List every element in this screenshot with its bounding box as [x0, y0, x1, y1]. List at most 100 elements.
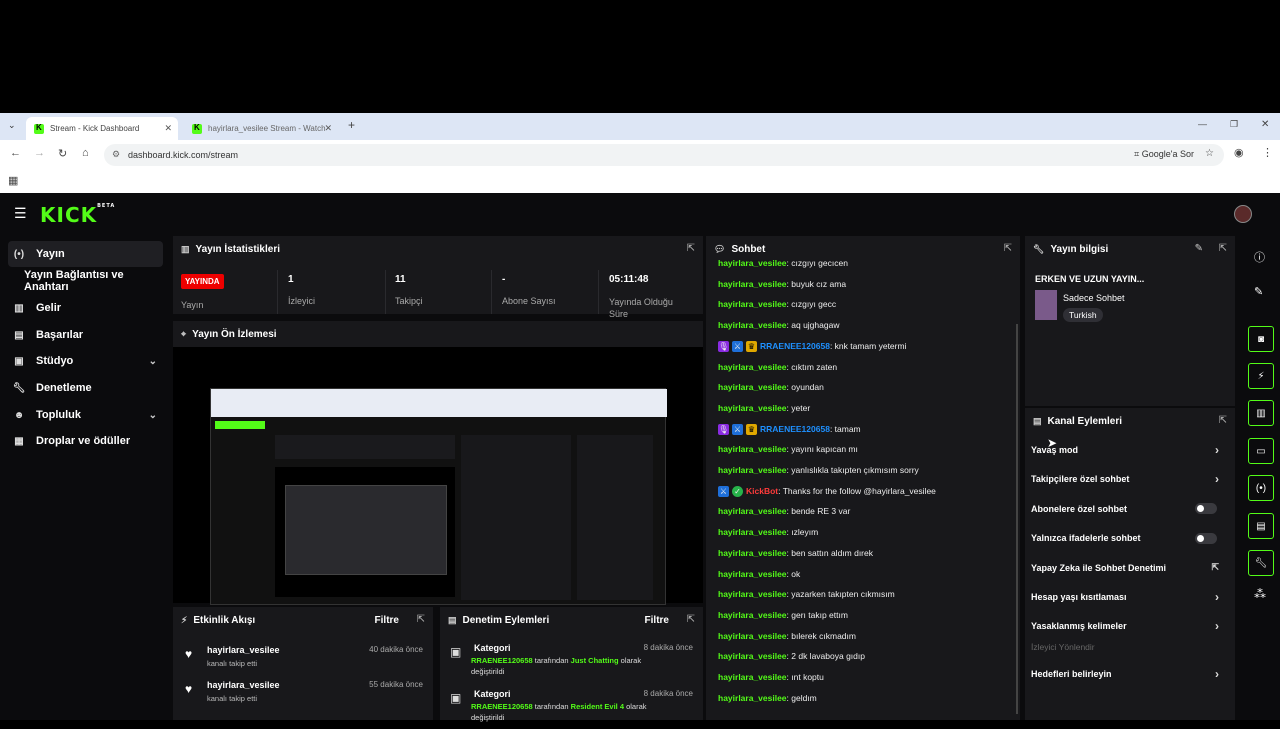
- chat-username[interactable]: hayirlara_vesilee: [718, 589, 787, 599]
- back-icon[interactable]: ←: [10, 147, 21, 159]
- tab-stream-dashboard[interactable]: Stream - Kick Dashboard ✕: [26, 117, 178, 140]
- toggle-switch[interactable]: [1195, 532, 1217, 544]
- chat-username[interactable]: hayirlara_vesilee: [718, 610, 787, 620]
- chat-username[interactable]: hayirlara_vesilee: [718, 569, 787, 579]
- sidebar-item-basarilar[interactable]: ▤ Başarılar: [8, 322, 163, 348]
- chevron-right-icon: ›: [1215, 619, 1219, 634]
- new-tab-icon[interactable]: +: [348, 118, 355, 132]
- chat-username[interactable]: hayirlara_vesilee: [718, 258, 787, 268]
- moderation-user[interactable]: RRAENEE120658: [471, 702, 533, 711]
- action-row[interactable]: Yavaş mod ›: [1031, 438, 1223, 462]
- info-icon[interactable]: ⓘ: [1254, 249, 1265, 265]
- chat-username[interactable]: hayirlara_vesilee: [718, 465, 787, 475]
- chat-username[interactable]: hayirlara_vesilee: [718, 382, 787, 392]
- action-row[interactable]: Hesap yaşı kısıtlaması ›: [1031, 585, 1223, 609]
- popout-icon[interactable]: ⇱: [687, 614, 695, 625]
- sidebar-item-studyo[interactable]: ▣ Stüdyo ⌄: [8, 348, 163, 374]
- chat-username[interactable]: hayirlara_vesilee: [718, 631, 787, 641]
- action-label: Yalnızca ifadelerle sohbet: [1031, 533, 1141, 544]
- google-ask-button[interactable]: ⌗ Google'a Sor: [1134, 149, 1194, 160]
- action-row[interactable]: Abonelere özel sohbet: [1031, 497, 1223, 521]
- filter-button[interactable]: Filtre: [645, 615, 669, 626]
- popout-icon[interactable]: ⇱: [1219, 415, 1227, 426]
- sidebar-item-denetleme[interactable]: 🔧︎ Denetleme: [8, 375, 163, 401]
- toggle-switch[interactable]: [1195, 503, 1217, 515]
- panel-title: Sohbet: [731, 243, 766, 255]
- window-close-icon[interactable]: ✕: [1261, 119, 1269, 130]
- sidebar-item-yayin[interactable]: (•) Yayın: [8, 241, 163, 267]
- url-field[interactable]: ⚙ dashboard.kick.com/stream ⌗ Google'a S…: [104, 144, 1224, 166]
- close-tab-icon[interactable]: ✕: [164, 123, 172, 134]
- chat-username[interactable]: hayirlara_vesilee: [718, 548, 787, 558]
- rail-button-layout[interactable]: ▤: [1248, 513, 1274, 539]
- chat-username[interactable]: hayirlara_vesilee: [718, 672, 787, 682]
- action-row[interactable]: Yapay Zeka ile Sohbet Denetimi ⇱: [1031, 556, 1223, 580]
- rail-button-clipboard[interactable]: ▥: [1248, 400, 1274, 426]
- chat-message: hayirlara_vesilee: yeter: [718, 403, 810, 413]
- popout-icon[interactable]: ⇱: [687, 243, 695, 254]
- url-text: dashboard.kick.com/stream: [128, 150, 239, 160]
- action-row[interactable]: Takipçilere özel sohbet ›: [1031, 467, 1223, 491]
- logo-beta: BETA: [97, 203, 116, 209]
- site-info-icon[interactable]: ⚙: [112, 149, 120, 160]
- stream-category[interactable]: Sadece Sohbet: [1063, 293, 1125, 303]
- tab-list-icon[interactable]: ⌄: [8, 120, 16, 131]
- tab-watch-stream[interactable]: hayirlara_vesilee Stream - Watch ✕: [184, 117, 338, 140]
- sidebar-item-gelir[interactable]: ▥ Gelir: [8, 295, 163, 321]
- chat-username[interactable]: hayirlara_vesilee: [718, 320, 787, 330]
- reload-icon[interactable]: ↻: [58, 147, 67, 160]
- chat-username[interactable]: hayirlara_vesilee: [718, 299, 787, 309]
- popout-icon[interactable]: ⇱: [1004, 243, 1012, 254]
- filter-button[interactable]: Filtre: [375, 615, 399, 626]
- chat-username[interactable]: hayirlara_vesilee: [718, 693, 787, 703]
- profile-icon[interactable]: ◉: [1234, 146, 1244, 159]
- preview-video[interactable]: [173, 347, 703, 605]
- pencil-icon[interactable]: ✎: [1254, 285, 1263, 298]
- chat-username[interactable]: hayirlara_vesilee: [718, 279, 787, 289]
- edit-icon[interactable]: ✎: [1195, 243, 1203, 254]
- chat-username[interactable]: KickBot: [746, 486, 778, 496]
- moderation-category[interactable]: Resident Evil 4: [571, 702, 624, 711]
- action-label: Yasaklanmış kelimeler: [1031, 621, 1127, 632]
- browser-menu-icon[interactable]: ⋮: [1262, 146, 1273, 159]
- chat-scrollbar[interactable]: [1016, 324, 1018, 714]
- sidebar-item-droplar[interactable]: ▦ Droplar ve ödüller: [8, 428, 163, 454]
- bookmark-star-icon[interactable]: ☆: [1205, 148, 1214, 159]
- close-tab-icon[interactable]: ✕: [324, 123, 332, 134]
- minimize-icon[interactable]: —: [1198, 119, 1207, 129]
- preview-nested-frame: [285, 485, 447, 575]
- hamburger-menu-icon[interactable]: ☰: [14, 205, 27, 222]
- chat-username[interactable]: hayirlara_vesilee: [718, 362, 787, 372]
- chat-username[interactable]: hayirlara_vesilee: [718, 403, 787, 413]
- chat-text: : ok: [786, 568, 801, 579]
- rail-button-chat[interactable]: ▭: [1248, 438, 1274, 464]
- activity-user[interactable]: hayirlara_vesilee: [207, 680, 280, 690]
- action-row[interactable]: Yalnızca ifadelerle sohbet: [1031, 526, 1223, 550]
- chat-username[interactable]: hayirlara_vesilee: [718, 527, 787, 537]
- restore-icon[interactable]: ❐: [1230, 119, 1238, 130]
- chat-username[interactable]: hayirlara_vesilee: [718, 651, 787, 661]
- rail-button-wrench[interactable]: 🔧︎: [1248, 550, 1274, 576]
- action-row[interactable]: Yasaklanmış kelimeler ›: [1031, 614, 1223, 638]
- apps-grid-icon[interactable]: ▦: [8, 174, 18, 187]
- chat-username[interactable]: hayirlara_vesilee: [718, 444, 787, 454]
- kick-logo[interactable]: KICKBETA: [40, 203, 115, 227]
- chat-username[interactable]: RRAENEE120658: [760, 424, 830, 434]
- sidebar-item-topluluk[interactable]: ☻ Topluluk ⌄: [8, 402, 163, 428]
- rail-button-camera[interactable]: ◙: [1248, 326, 1274, 352]
- activity-user[interactable]: hayirlara_vesilee: [207, 645, 280, 655]
- avatar[interactable]: [1234, 205, 1252, 223]
- chat-username[interactable]: RRAENEE120658: [760, 341, 830, 351]
- action-row-goals[interactable]: Hedefleri belirleyin ›: [1031, 662, 1223, 686]
- rail-button-bolt[interactable]: ⚡︎: [1248, 363, 1274, 389]
- popout-icon[interactable]: ⇱: [417, 614, 425, 625]
- rail-button-broadcast[interactable]: (•): [1248, 475, 1274, 501]
- moderation-category[interactable]: Just Chatting: [571, 656, 619, 665]
- moderation-user[interactable]: RRAENEE120658: [471, 656, 533, 665]
- popout-icon[interactable]: ⇱: [1219, 243, 1227, 254]
- sidebar-item-stream-key[interactable]: Yayın Bağlantısı ve Anahtarı: [8, 268, 163, 294]
- home-icon[interactable]: ⌂: [82, 147, 89, 159]
- forward-icon[interactable]: →: [34, 147, 45, 159]
- chat-username[interactable]: hayirlara_vesilee: [718, 506, 787, 516]
- nodes-icon[interactable]: ⁂: [1254, 587, 1266, 601]
